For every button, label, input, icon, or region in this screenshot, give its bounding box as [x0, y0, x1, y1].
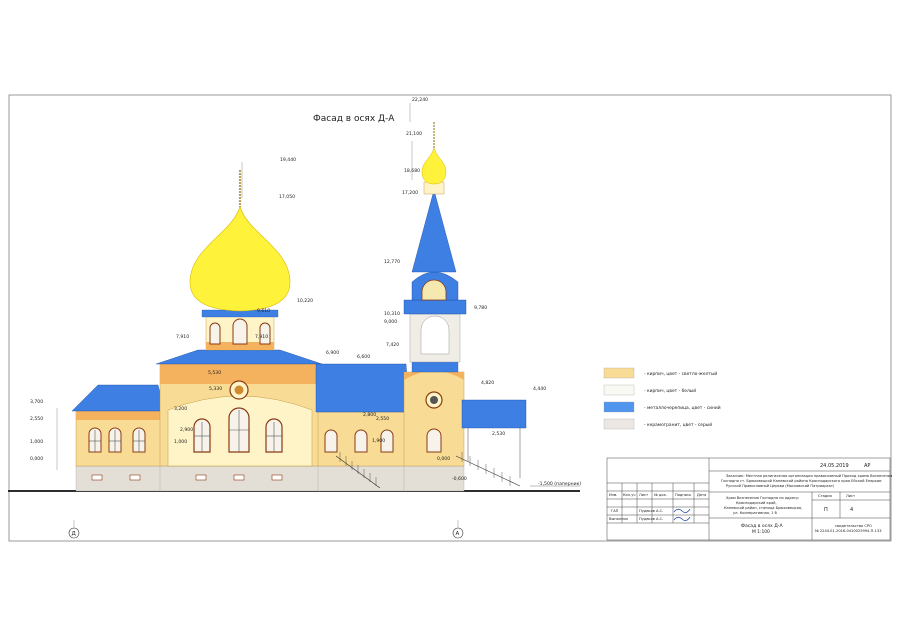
tb-cert-1: свидетельство СРО: [835, 524, 872, 528]
tb-sheet-code: АР: [864, 463, 870, 469]
tb-col-kol: Кол.уч: [623, 493, 635, 497]
level-17050: 17,050: [279, 194, 295, 200]
level-2530: 2,530: [492, 431, 505, 437]
legend-swatch-1: [603, 367, 635, 379]
axis-label-a: А: [456, 531, 460, 537]
tb-stage-value: П: [824, 507, 828, 513]
level-19440: 19,440: [280, 157, 296, 163]
level-5330: 5,330: [209, 386, 222, 392]
level-7420: 7,420: [386, 342, 399, 348]
level-0000-left: 0,000: [30, 456, 43, 462]
level-9000: 9,000: [384, 319, 397, 325]
tb-desc-3: Русской Православной Церкви (Московский …: [726, 484, 835, 488]
level-m1500: -1,500 (паперник): [538, 481, 581, 487]
level-1000-mid: 1,000: [174, 439, 187, 445]
tb-desc-2: Господня ст. Брюховецкой Каневской район…: [721, 479, 882, 483]
level-7910: 7,910: [255, 334, 268, 340]
drawing-title: Фасад в осях Д-А: [313, 114, 395, 124]
level-3200: 3,200: [174, 406, 187, 412]
level-10220: 10,220: [297, 298, 313, 304]
level-4440: 4,440: [533, 386, 546, 392]
main-block: [155, 349, 323, 492]
level-18680: 18,680: [404, 168, 420, 174]
tb-stage-label: Стадия: [818, 494, 832, 498]
tb-name-2: Пудвков А.С.: [639, 517, 663, 521]
tb-col-list: Лист: [639, 493, 648, 497]
level-17200: 17,200: [402, 190, 418, 196]
tb-project-1: Храм Вознесения Господня по адресу:: [726, 496, 799, 500]
tb-project-2: Краснодарский край,: [736, 501, 777, 505]
left-wing: [71, 384, 166, 492]
level-5530: 5,530: [208, 370, 221, 376]
tb-date: 24.05.2019: [820, 463, 849, 469]
level-21100: 21,100: [406, 131, 422, 137]
level-10310: 10,310: [384, 311, 400, 317]
level-1000-left: 1,000: [30, 439, 43, 445]
tb-col-doc: № док.: [654, 493, 667, 497]
tb-project-3: Каневской район, станица Брюховецкая,: [724, 506, 802, 510]
legend-label-2: - кирпич, цвет - белый: [644, 387, 696, 394]
level-4820: 4,820: [481, 380, 494, 386]
legend-label-4: - керамогранит, цвет - серый: [644, 421, 712, 428]
level-6900: 6,900: [326, 350, 339, 356]
level-22240: 22,240: [412, 97, 428, 103]
level-7910-left: 7,910: [176, 334, 189, 340]
tb-cert-2: № 2244.01-2016-0410025994-П-133: [815, 529, 882, 533]
legend-swatch-4: [603, 418, 635, 430]
level-2550-left: 2,550: [30, 416, 43, 422]
tb-role-2: Выполнил: [609, 517, 628, 521]
level-2800: 2,800: [363, 412, 376, 418]
tb-sheet-title: Фасад в осях Д-А: [741, 523, 783, 529]
tb-sheet-label: Лист: [846, 494, 855, 498]
tb-col-sign: Подпись: [675, 493, 691, 497]
tb-role-1: ГАП: [611, 509, 619, 513]
tb-col-izm: Изм.: [609, 493, 617, 497]
level-3700: 3,700: [30, 399, 43, 405]
level-6600: 6,600: [357, 354, 370, 360]
legend-label-1: - кирпич, цвет - светло-желтый: [644, 370, 717, 377]
level-9610: 9,610: [257, 308, 270, 314]
tb-scale: М 1:100: [752, 529, 770, 535]
legend-label-3: - металлочерепица, цвет - синий: [644, 404, 721, 411]
level-m600: -0,600: [452, 476, 467, 482]
level-2550-right: 2,550: [376, 416, 389, 422]
level-9780: 9,780: [474, 305, 487, 311]
tb-sheet-value: 4: [850, 507, 853, 513]
level-0000-right: 0,000: [437, 456, 450, 462]
legend-swatch-3: [603, 401, 635, 413]
tb-col-date: Дата: [697, 493, 706, 497]
level-1900: 1,900: [372, 438, 385, 444]
level-12770: 12,770: [384, 259, 400, 265]
legend-swatch-2: [603, 384, 635, 396]
level-2900: 2,900: [180, 427, 193, 433]
tb-project-4: ул. Кооперативная, 1 б: [733, 511, 778, 515]
axis-label-d: Д: [72, 531, 77, 537]
connector-block: [315, 363, 411, 492]
tb-desc-1: Заказчик: Местная религиозная организаци…: [726, 474, 892, 478]
drawing-sheet: Фасад в осях Д-А 22,240 21,100 19,440 18…: [8, 94, 892, 542]
tb-name-1: Пудвков А.С.: [639, 509, 663, 513]
